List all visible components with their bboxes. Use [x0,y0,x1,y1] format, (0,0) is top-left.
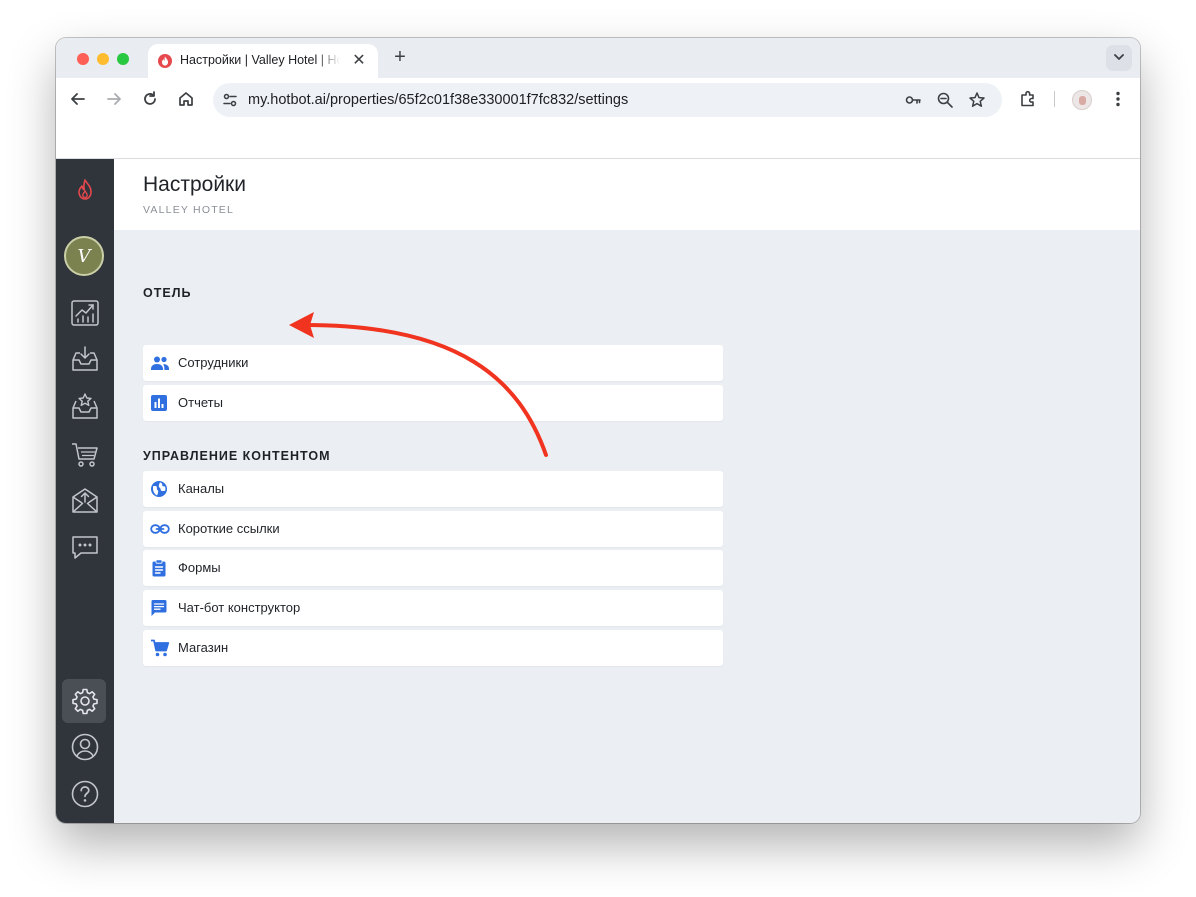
toolbar-separator [1054,91,1055,107]
help-circle-icon[interactable] [70,779,100,809]
more-menu-icon[interactable] [1108,89,1128,109]
flame-logo-icon[interactable] [70,175,100,205]
minimize-window-button[interactable] [97,53,109,65]
home-icon [179,92,193,106]
site-settings-icon[interactable] [222,92,238,108]
settings-item-label: Сотрудники [178,355,249,370]
bar-chart-icon [150,394,168,412]
section-title-hotel: ОТЕЛЬ [143,286,192,300]
settings-item-label: Короткие ссылки [178,521,280,536]
tab-search-button[interactable] [1106,45,1132,71]
settings-item-shop[interactable]: Магазин [143,630,723,666]
settings-item-label: Чат-бот конструктор [178,600,301,615]
inbox-download-icon[interactable] [70,344,100,374]
settings-item-label: Формы [178,560,221,575]
people-icon [150,354,169,372]
browser-window: Настройки | Valley Hotel | Hotbot ✕ + my… [56,38,1140,823]
settings-item-staff[interactable]: Сотрудники [143,345,723,381]
flame-favicon-icon [158,54,172,68]
page-subtitle: VALLEY HOTEL [143,204,235,216]
forward-button[interactable] [104,89,124,109]
browser-toolbar: my.hotbot.ai/properties/65f2c01f38e33000… [56,78,1140,120]
hotel-avatar-initial: V [77,246,91,267]
close-window-button[interactable] [77,53,89,65]
mail-upload-icon[interactable] [70,485,100,515]
page-header: Настройки VALLEY HOTEL [114,159,1140,230]
url-text[interactable]: my.hotbot.ai/properties/65f2c01f38e33000… [248,92,628,108]
inbox-star-icon[interactable] [70,391,100,421]
cart-icon [150,639,170,657]
home-button[interactable] [176,89,196,109]
shopping-cart-icon[interactable] [70,439,100,469]
settings-item-label: Магазин [178,640,229,655]
clipboard-icon [150,559,168,577]
password-key-icon[interactable] [904,91,922,109]
zoom-window-button[interactable] [117,53,129,65]
new-tab-button[interactable]: + [390,47,410,67]
settings-item-label: Отчеты [178,395,223,410]
reload-icon [144,91,156,105]
settings-item-forms[interactable]: Формы [143,550,723,586]
bookmark-star-icon[interactable] [968,91,986,109]
settings-item-chatbot-builder[interactable]: Чат-бот конструктор [143,590,723,626]
user-circle-icon[interactable] [70,732,100,762]
extensions-puzzle-icon[interactable] [1018,89,1038,109]
arrow-right-icon [107,93,121,105]
settings-item-short-links[interactable]: Короткие ссылки [143,511,723,547]
settings-content: Настройки VALLEY HOTEL ОТЕЛЬ Сотрудники … [114,159,1140,823]
settings-item-channels[interactable]: Каналы [143,471,723,507]
globe-icon [150,480,168,498]
back-button[interactable] [68,89,88,109]
address-bar[interactable]: my.hotbot.ai/properties/65f2c01f38e33000… [213,83,1002,117]
zoom-out-icon[interactable] [936,91,954,109]
chat-message-icon [150,599,168,617]
section-title-content-management: УПРАВЛЕНИЕ КОНТЕНТОМ [143,449,331,463]
link-icon [150,520,170,538]
settings-gear-icon[interactable] [70,686,100,716]
browser-tab-active[interactable]: Настройки | Valley Hotel | Hotbot ✕ [148,44,378,78]
settings-item-reports[interactable]: Отчеты [143,385,723,421]
reload-button[interactable] [140,89,160,109]
arrow-left-icon [71,93,85,105]
tab-close-icon[interactable]: ✕ [351,53,367,69]
app-sidebar: V [56,159,114,823]
page-title: Настройки [143,173,246,196]
tab-strip: Настройки | Valley Hotel | Hotbot ✕ + [56,38,1140,78]
hotel-avatar[interactable]: V [64,236,104,276]
bookmarks-bar [56,120,1140,159]
chat-bubble-icon[interactable] [70,532,100,562]
settings-item-label: Каналы [178,481,225,496]
profile-avatar[interactable] [1072,90,1092,110]
tab-title: Настройки | Valley Hotel | Hotbot [180,53,340,69]
chevron-down-icon [1114,54,1124,60]
analytics-icon[interactable] [70,298,100,328]
